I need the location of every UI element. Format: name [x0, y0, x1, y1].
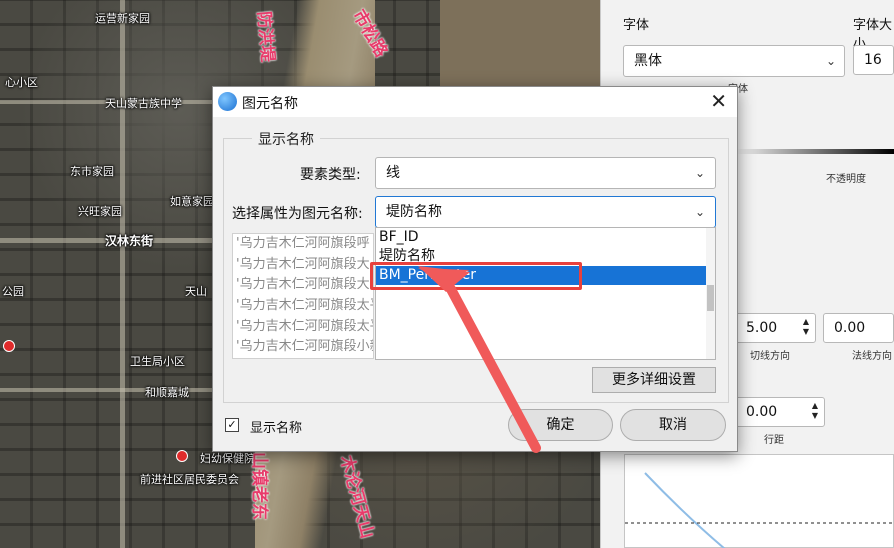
annotation-arrow	[418, 266, 541, 453]
